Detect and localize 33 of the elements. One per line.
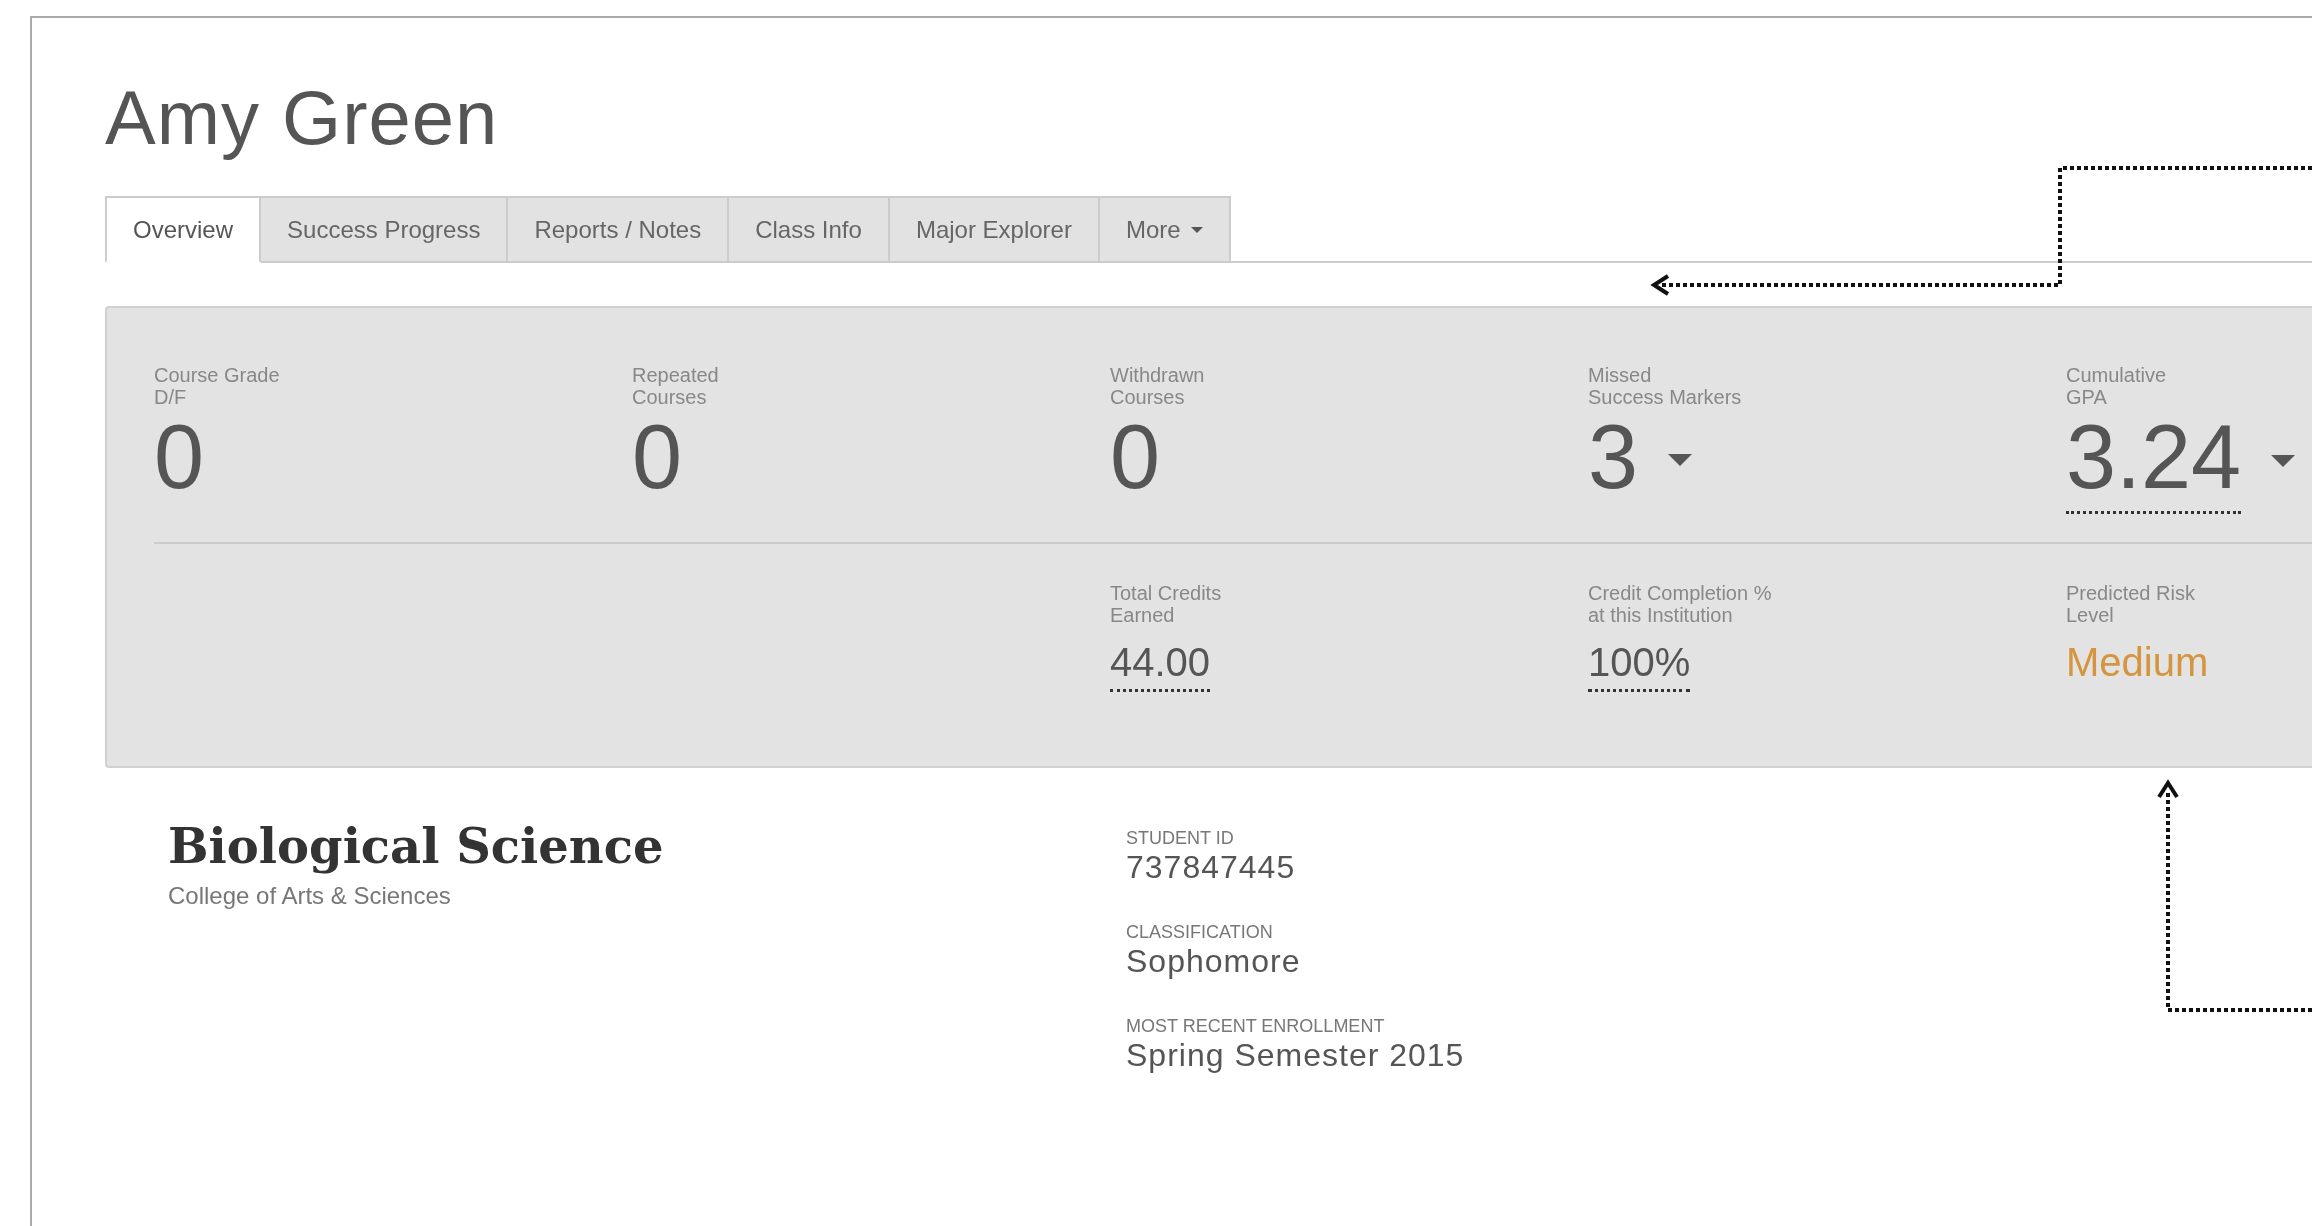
detail-value: 737847445 bbox=[1126, 849, 1296, 886]
stat-value: 0 bbox=[1110, 408, 1161, 509]
stat-label: Total Credits Earned bbox=[1110, 582, 1222, 626]
tab[interactable]: Class Info bbox=[729, 196, 890, 263]
stat-label: Repeated Courses bbox=[632, 364, 719, 408]
tab[interactable]: Reports / Notes bbox=[508, 196, 730, 263]
stat-value[interactable]: 3 bbox=[1588, 408, 1693, 511]
stat-label: Withdrawn Courses bbox=[1110, 364, 1205, 408]
college-name: College of Arts & Sciences bbox=[168, 882, 451, 910]
stat-value[interactable]: 3.24 bbox=[2066, 408, 2296, 514]
stat-value[interactable]: 44.00 bbox=[1110, 640, 1211, 692]
stat-value[interactable]: 100% bbox=[1588, 640, 1691, 692]
stat-label: Credit Completion % at this Institution bbox=[1588, 582, 1772, 626]
stat-value: 0 bbox=[632, 408, 683, 509]
detail-value: Sophomore bbox=[1126, 943, 1301, 980]
stat-label: Course Grade D/F bbox=[154, 364, 280, 408]
tab[interactable]: More bbox=[1099, 196, 1231, 263]
tab[interactable]: Success Progress bbox=[261, 196, 509, 263]
caret-icon bbox=[1190, 226, 1203, 233]
detail-label: MOST RECENT ENROLLMENT bbox=[1126, 1016, 1385, 1037]
tab[interactable]: Overview bbox=[105, 196, 262, 263]
caret-icon bbox=[1668, 453, 1693, 466]
stat-value: 0 bbox=[154, 408, 205, 509]
detail-label: STUDENT ID bbox=[1126, 828, 1234, 849]
stat-value: Medium bbox=[2066, 640, 2209, 686]
detail-label: CLASSIFICATION bbox=[1126, 922, 1273, 943]
stat-label: Predicted Risk Level bbox=[2066, 582, 2195, 626]
caret-icon bbox=[2271, 455, 2296, 467]
stat-label: Missed Success Markers bbox=[1588, 364, 1742, 408]
detail-value: Spring Semester 2015 bbox=[1126, 1037, 1465, 1074]
tab[interactable]: Major Explorer bbox=[889, 196, 1100, 263]
major-title: Biological Science bbox=[168, 818, 664, 874]
stat-label: Cumulative GPA bbox=[2066, 364, 2167, 408]
